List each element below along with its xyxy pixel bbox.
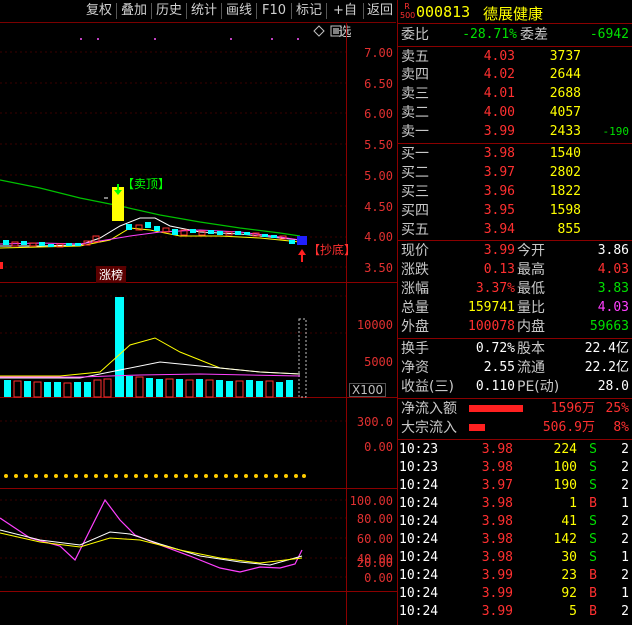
tick-row: 10:23 3.98 224 S 2: [399, 442, 629, 457]
vol-ma-yellow: [0, 337, 301, 377]
price-axis-tick: 6.00: [364, 107, 393, 121]
fundamentals-row: 净资 2.55 流通 22.2亿: [401, 360, 629, 376]
net-inflow-bar: [469, 405, 523, 412]
flow-axis-tick: 300.0: [356, 415, 393, 429]
tick-row: 10:24 3.99 23 B 2: [399, 568, 629, 583]
price-axis-tick: 5.00: [364, 169, 393, 183]
price-axis-tick: 6.50: [364, 77, 393, 91]
tick-row: 10:24 3.98 41 S 2: [399, 514, 629, 529]
tick-row: 10:24 3.98 142 S 2: [399, 532, 629, 547]
chart-svg: [0, 23, 397, 625]
ask-row[interactable]: 卖四 4.02 2644: [397, 66, 632, 84]
flow-dots: [4, 474, 306, 478]
quote-row: 涨跌 0.13 最高 4.03: [401, 262, 629, 278]
price-axis-tick: 4.50: [364, 200, 393, 214]
bid-row[interactable]: 买四 3.95 1598: [397, 202, 632, 220]
flow-axis-tick: 0.00: [364, 440, 393, 454]
price-axis-tick: 7.00: [364, 46, 393, 60]
volume-axis-tick: 10000: [356, 318, 393, 332]
ask-row[interactable]: 卖一 3.99 2433 -190: [397, 123, 632, 141]
limit-up-badge: 涨榜: [96, 266, 127, 283]
fundamentals-row: 换手 0.72% 股本 22.4亿: [401, 341, 629, 357]
quote-row: 涨幅 3.37% 最低 3.83: [401, 281, 629, 297]
quote-row: 总量 159741 量比 4.03: [401, 300, 629, 316]
bid-row[interactable]: 买五 3.94 855: [397, 221, 632, 239]
stock-name: 德展健康: [483, 5, 544, 23]
volume-bars: [4, 297, 307, 398]
net-inflow-row: 净流入额 1596万 25%: [401, 401, 629, 417]
order-ratio-row: 委比 -28.71% 委差 -6942: [401, 27, 629, 43]
kdj-k-line: [0, 529, 303, 566]
quote-row: 外盘 100078 内盘 59663: [401, 319, 629, 335]
block-inflow-bar: [469, 424, 485, 431]
block-inflow-row: 大宗流入 506.9万 8%: [401, 420, 629, 436]
tick-row: 10:23 3.98 100 S 2: [399, 460, 629, 475]
bid-row[interactable]: 买一 3.98 1540: [397, 145, 632, 163]
diamond-icon[interactable]: [313, 25, 325, 37]
quote-row: 现价 3.99 今开 3.86: [401, 243, 629, 259]
ask-row[interactable]: 卖三 4.01 2688: [397, 85, 632, 103]
price-axis-tick: 5.50: [364, 138, 393, 152]
tick-row: 10:24 3.99 92 B 1: [399, 586, 629, 601]
ask-row[interactable]: 卖五 4.03 3737: [397, 48, 632, 66]
tick-row: 10:24 3.99 5 B 2: [399, 604, 629, 619]
tick-row: 10:24 3.97 190 S 2: [399, 478, 629, 493]
bid-row[interactable]: 买二 3.97 2802: [397, 164, 632, 182]
kdj-j-line: [0, 498, 303, 573]
bid-row[interactable]: 买三 3.96 1822: [397, 183, 632, 201]
indicator-axis-tick: 0.00: [364, 571, 393, 585]
tick-row: 10:24 3.98 30 S 1: [399, 550, 629, 565]
quote-panel: R 500 000813 德展健康 委比 -28.71% 委差 -6942 卖五…: [397, 0, 632, 625]
indicator-axis-tick: 80.00: [356, 512, 393, 526]
indicator-axis-tick: 60.00: [356, 532, 393, 546]
indicator-axis-tick: 20.00: [356, 556, 393, 570]
fundamentals-row: 收益(三) 0.110 PE(动) 28.0: [401, 379, 629, 395]
price-axis-tick: 3.50: [364, 261, 393, 275]
indicator-axis-tick: 100.00: [349, 494, 393, 508]
market-badge: R 500: [400, 2, 416, 20]
volume-unit-label: X100: [349, 383, 387, 397]
price-axis-tick: 4.00: [364, 230, 393, 244]
stock-code: 000813: [416, 3, 471, 21]
ask-row[interactable]: 卖二 4.00 4057: [397, 104, 632, 122]
tick-row: 10:24 3.98 1 B 1: [399, 496, 629, 511]
chart-area: 【卖顶】 【抄底】 涨榜 7.00 6.50 6.00 5.50 5.00 4.…: [0, 0, 397, 625]
sell-top-label: 【卖顶】: [122, 177, 171, 191]
volume-axis-tick: 5000: [364, 355, 393, 369]
